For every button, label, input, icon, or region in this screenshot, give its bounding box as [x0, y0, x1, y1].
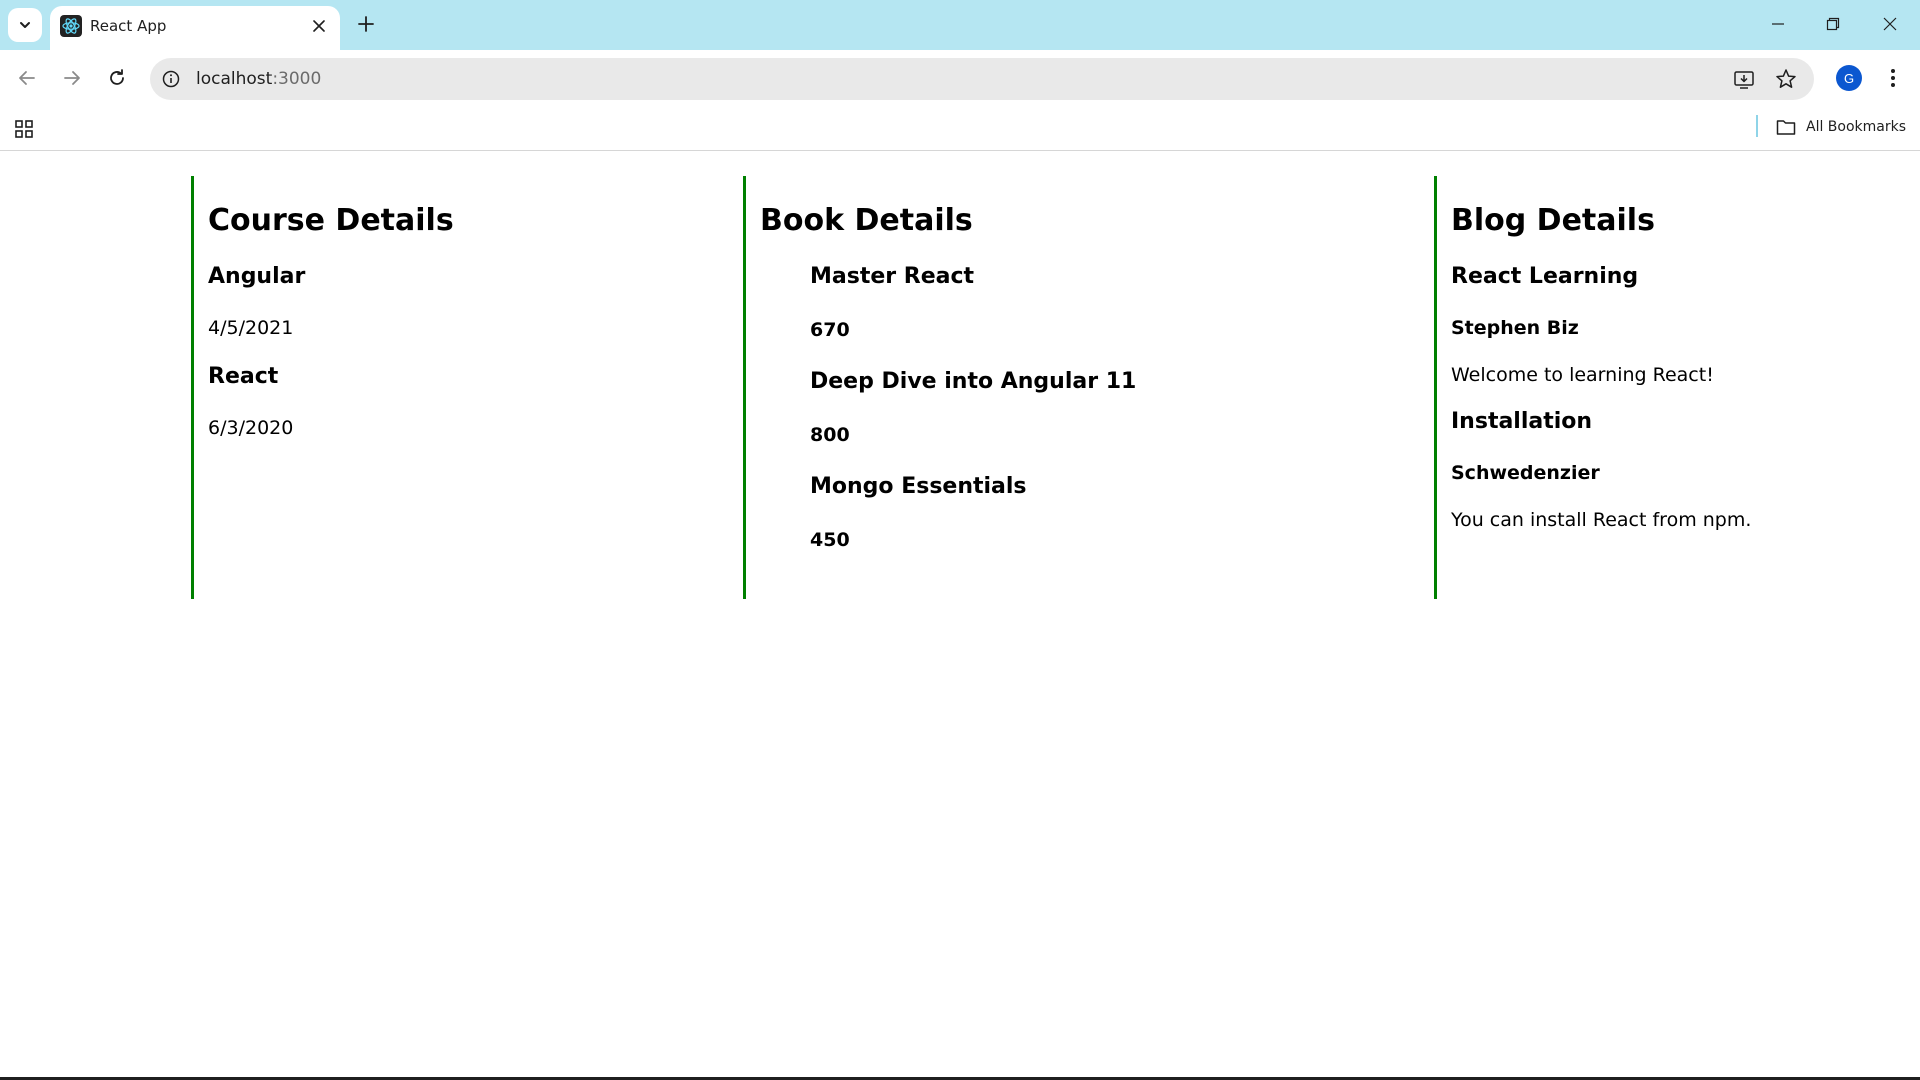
restore-button[interactable]: [1813, 8, 1853, 40]
course-details-heading: Course Details: [208, 203, 454, 238]
close-window-button[interactable]: [1870, 8, 1910, 40]
react-logo-icon: [60, 15, 82, 37]
book-price: 450: [810, 529, 850, 551]
close-icon: [1883, 17, 1897, 31]
reload-button[interactable]: [100, 61, 134, 95]
blog-details-section: Blog Details React Learning Stephen Biz …: [1434, 176, 1914, 599]
apps-button[interactable]: [12, 117, 36, 141]
book-name: Mongo Essentials: [810, 474, 1027, 499]
book-name: Deep Dive into Angular 11: [810, 369, 1137, 394]
star-icon: [1776, 69, 1796, 88]
minimize-button[interactable]: [1758, 8, 1798, 40]
course-date: 6/3/2020: [208, 417, 294, 439]
blog-item: Installation Schwedenzier You can instal…: [1451, 408, 1914, 532]
tab-search-button[interactable]: [8, 8, 42, 42]
info-icon: [162, 70, 180, 88]
course-name: React: [208, 364, 279, 389]
new-tab-button[interactable]: [352, 10, 380, 38]
blog-title: Installation: [1451, 409, 1593, 434]
course-details-section: Course Details Angular 4/5/2021 React 6/…: [191, 176, 731, 599]
browser-menu-button[interactable]: [1880, 65, 1906, 91]
course-name: Angular: [208, 264, 306, 289]
arrow-right-icon: [64, 71, 80, 85]
blog-author: Schwedenzier: [1451, 462, 1600, 484]
grid-icon: [15, 120, 33, 138]
url-host: localhost: [196, 69, 273, 89]
blog-content: Welcome to learning React!: [1451, 364, 1714, 386]
blog-author: Stephen Biz: [1451, 317, 1579, 339]
tab-close-button[interactable]: [310, 17, 328, 35]
book-list: Master React 670 Deep Dive into Angular …: [760, 263, 1433, 552]
book-item: Deep Dive into Angular 11 800: [810, 368, 1433, 447]
folder-icon: [1776, 120, 1796, 135]
page-content: Course Details Angular 4/5/2021 React 6/…: [0, 151, 1920, 1077]
course-item: React 6/3/2020: [208, 363, 731, 440]
url-text: localhost:3000: [196, 69, 321, 89]
book-item: Master React 670: [810, 263, 1433, 342]
all-bookmarks-label: All Bookmarks: [1806, 119, 1907, 135]
install-icon: [1734, 71, 1754, 89]
minimize-icon: [1772, 23, 1784, 25]
forward-button[interactable]: [55, 61, 89, 95]
plus-icon: [358, 16, 374, 32]
course-item: Angular 4/5/2021: [208, 263, 731, 340]
install-app-button[interactable]: [1732, 67, 1756, 91]
address-bar[interactable]: localhost:3000: [150, 58, 1814, 100]
tab-strip: React App: [0, 0, 1920, 50]
arrow-left-icon: [19, 71, 35, 85]
browser-tab[interactable]: React App: [50, 6, 340, 50]
url-port: :3000: [272, 69, 322, 89]
book-item: Mongo Essentials 450: [810, 473, 1433, 552]
more-vertical-icon: [1891, 69, 1895, 87]
bookmarks-divider: [1756, 115, 1758, 137]
book-details-heading: Book Details: [760, 203, 973, 238]
profile-avatar[interactable]: G: [1836, 65, 1862, 91]
book-name: Master React: [810, 264, 975, 289]
blog-content: You can install React from npm.: [1451, 509, 1752, 531]
book-price: 800: [810, 424, 850, 446]
reload-icon: [110, 69, 124, 85]
site-info-button[interactable]: [160, 68, 182, 90]
book-details-section: Book Details Master React 670 Deep Dive …: [743, 176, 1433, 599]
all-bookmarks-button[interactable]: All Bookmarks: [1776, 114, 1906, 140]
bookmarks-bar: All Bookmarks: [0, 106, 1920, 151]
course-date: 4/5/2021: [208, 317, 294, 339]
tab-title: React App: [90, 17, 167, 35]
blog-details-heading: Blog Details: [1451, 203, 1655, 238]
book-price: 670: [810, 319, 850, 341]
back-button[interactable]: [10, 61, 44, 95]
bookmark-star-button[interactable]: [1774, 67, 1798, 91]
blog-title: React Learning: [1451, 264, 1639, 289]
browser-toolbar: localhost:3000 G: [0, 50, 1920, 106]
blog-item: React Learning Stephen Biz Welcome to le…: [1451, 263, 1914, 387]
chevron-down-icon: [20, 22, 30, 28]
restore-icon: [1826, 17, 1840, 31]
close-icon: [313, 20, 325, 32]
